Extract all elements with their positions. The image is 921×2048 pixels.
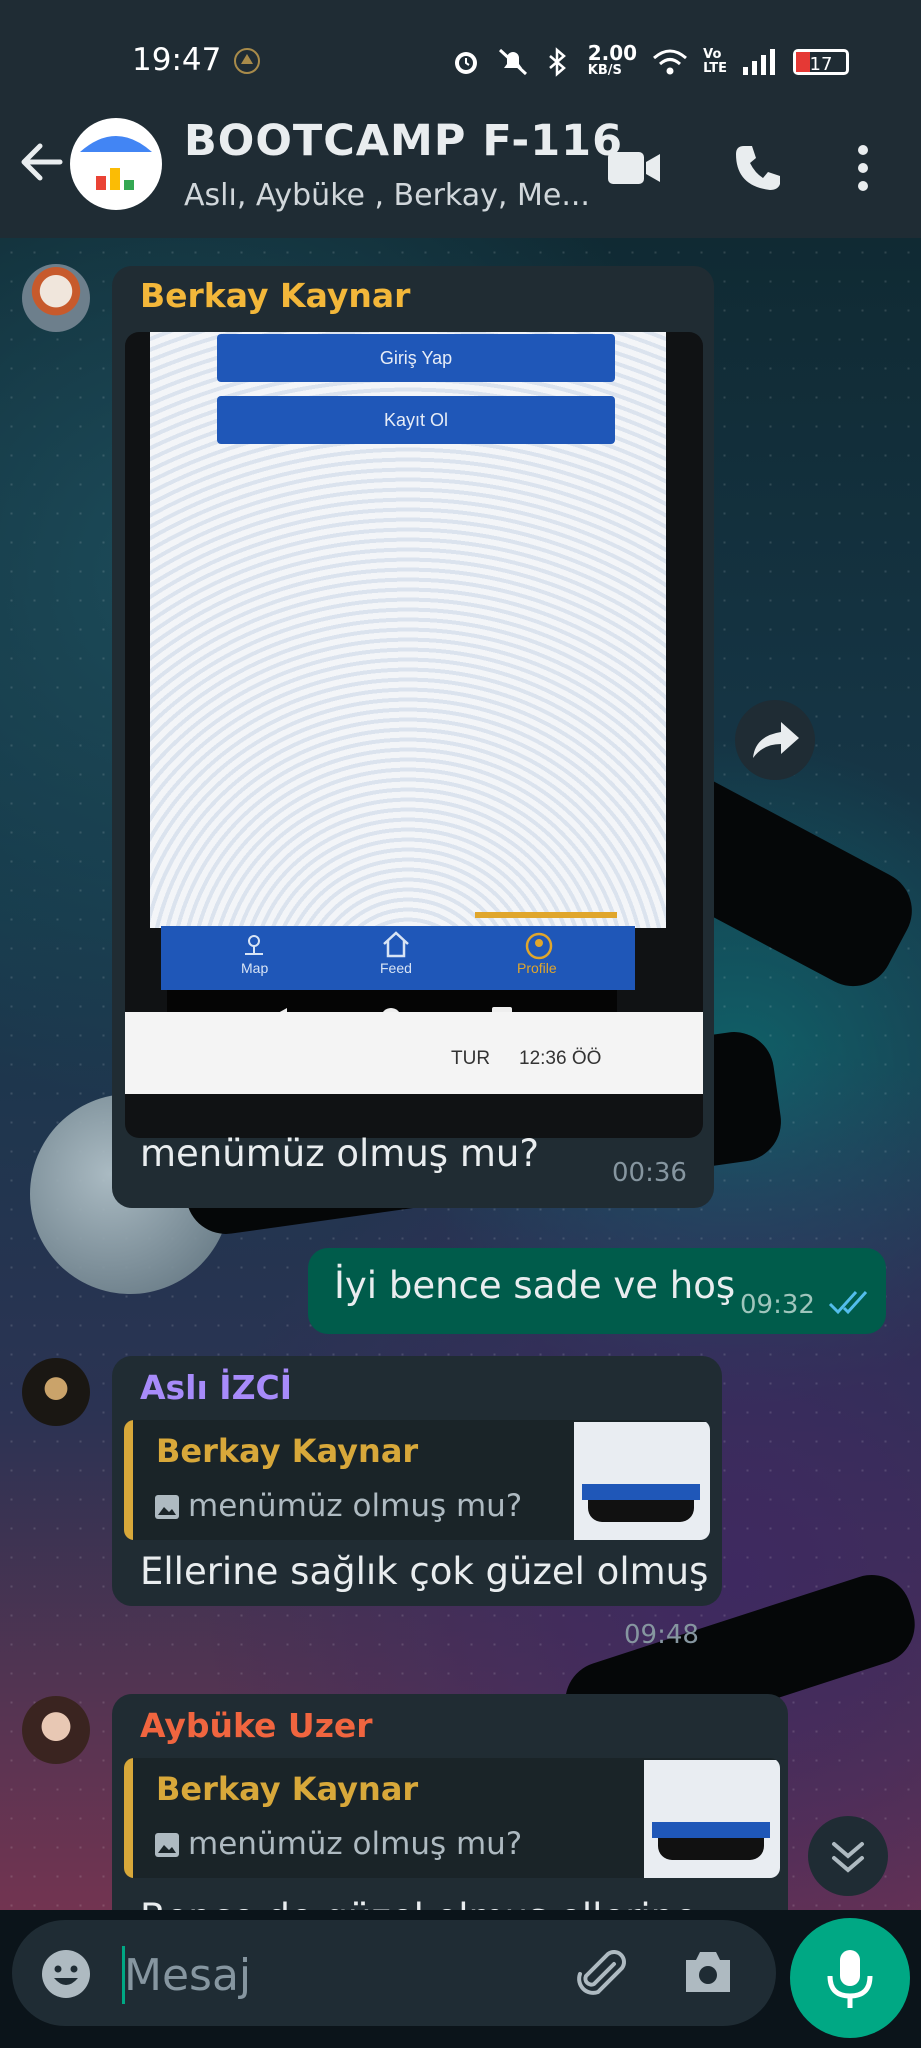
scroll-to-bottom-button[interactable] xyxy=(808,1816,888,1896)
profile-icon xyxy=(525,932,553,960)
quoted-message[interactable]: Berkay Kaynar menümüz olmuş mu? xyxy=(124,1420,710,1540)
quoted-text: menümüz olmuş mu? xyxy=(188,1826,523,1862)
bluetooth-icon xyxy=(548,47,566,77)
voice-call-icon[interactable] xyxy=(730,140,786,196)
attach-icon[interactable] xyxy=(574,1946,630,2002)
volte-indicator: Vo LTE xyxy=(703,47,727,76)
quoted-image-thumbnail xyxy=(574,1422,710,1540)
image-attachment[interactable]: Giriş Yap Kayıt Ol Map Feed Profile TUR … xyxy=(125,332,703,1138)
quoted-sender: Berkay Kaynar xyxy=(156,1432,419,1470)
photo-taskbar-time: 12:36 ÖÖ xyxy=(519,1048,602,1069)
more-options-icon[interactable] xyxy=(838,140,888,196)
microphone-icon xyxy=(827,1950,873,2008)
signal-icon xyxy=(743,49,775,75)
map-pin-icon xyxy=(245,935,263,955)
photo-taskbar-lang: TUR xyxy=(451,1048,491,1069)
photo-icon xyxy=(155,1495,179,1519)
avatar[interactable] xyxy=(22,1358,90,1426)
group-members[interactable]: Aslı, Aybüke , Berkay, Me... xyxy=(184,178,590,213)
video-call-icon[interactable] xyxy=(606,140,662,196)
message-bubble-outgoing[interactable]: İyi bence sade ve hoş 09:32 xyxy=(308,1248,886,1334)
photo-nav-map: Map xyxy=(241,960,269,976)
message-text-partial: Bence de güzel olmuş ellerine xyxy=(140,1896,697,1910)
message-bubble[interactable]: Aslı İZCİ Berkay Kaynar menümüz olmuş mu… xyxy=(112,1356,722,1650)
home-icon xyxy=(383,931,409,958)
photo-taskbar: TUR 12:36 ÖÖ xyxy=(125,1012,703,1094)
sender-name[interactable]: Aslı İZCİ xyxy=(140,1368,292,1407)
message-time: 00:36 xyxy=(612,1158,687,1188)
wifi-icon xyxy=(653,49,688,75)
message-text: İyi bence sade ve hoş xyxy=(334,1264,736,1307)
message-composer: Mesaj xyxy=(0,1910,921,2048)
quoted-text: menümüz olmuş mu? xyxy=(188,1488,523,1524)
message-time: 09:48 xyxy=(624,1620,699,1650)
status-time: 19:47 xyxy=(132,42,222,78)
photo-login-button: Giriş Yap xyxy=(217,334,615,382)
message-input[interactable]: Mesaj xyxy=(12,1920,776,2026)
message-bubble[interactable]: Aybüke Uzer Berkay Kaynar menümüz olmuş … xyxy=(112,1694,788,1910)
forward-arrow-icon xyxy=(753,722,799,758)
back-arrow-icon[interactable] xyxy=(18,138,66,186)
photo-bottom-nav: Map Feed Profile xyxy=(161,926,635,990)
battery-icon: 17 xyxy=(793,49,849,75)
sender-name[interactable]: Aybüke Uzer xyxy=(140,1706,373,1745)
photo-phone-screen: Giriş Yap Kayıt Ol xyxy=(150,332,666,928)
group-avatar[interactable] xyxy=(70,118,162,210)
message-bubble[interactable]: Berkay Kaynar Giriş Yap Kayıt Ol Map Fee… xyxy=(112,266,714,1208)
avatar[interactable] xyxy=(22,264,90,332)
mute-icon xyxy=(498,48,527,76)
message-placeholder: Mesaj xyxy=(124,1950,252,2001)
status-icons: 2.00 KB/S Vo LTE 17 xyxy=(450,41,849,80)
alarm-icon xyxy=(454,52,477,74)
photo-nav-profile: Profile xyxy=(517,960,557,976)
message-text: Ellerine sağlık çok güzel olmuş xyxy=(140,1550,709,1593)
message-time: 09:32 xyxy=(740,1290,815,1320)
forward-button[interactable] xyxy=(735,700,815,780)
double-chevron-down-icon xyxy=(832,1842,864,1873)
read-receipt-icon xyxy=(828,1290,868,1315)
bootcamp-logo-icon xyxy=(80,136,152,194)
notification-icon xyxy=(234,48,260,74)
group-title[interactable]: BOOTCAMP F-116 xyxy=(184,116,623,166)
quoted-sender: Berkay Kaynar xyxy=(156,1770,419,1808)
avatar[interactable] xyxy=(22,1696,90,1764)
quoted-image-thumbnail xyxy=(644,1760,780,1878)
photo-register-button: Kayıt Ol xyxy=(217,396,615,444)
quoted-message[interactable]: Berkay Kaynar menümüz olmuş mu? xyxy=(124,1758,780,1878)
message-text: menümüz olmuş mu? xyxy=(140,1132,539,1175)
camera-icon[interactable] xyxy=(682,1948,734,1996)
voice-message-button[interactable] xyxy=(790,1918,910,2038)
emoji-icon[interactable] xyxy=(40,1948,92,2000)
chat-header: BOOTCAMP F-116 Aslı, Aybüke , Berkay, Me… xyxy=(0,100,921,238)
photo-icon xyxy=(155,1833,179,1857)
net-speed: 2.00 KB/S xyxy=(587,41,638,78)
chat-area[interactable]: Berkay Kaynar Giriş Yap Kayıt Ol Map Fee… xyxy=(0,238,921,1910)
quote-accent-bar xyxy=(124,1420,133,1540)
quote-accent-bar xyxy=(124,1758,133,1878)
sender-name[interactable]: Berkay Kaynar xyxy=(140,276,410,315)
photo-nav-feed: Feed xyxy=(380,960,412,976)
